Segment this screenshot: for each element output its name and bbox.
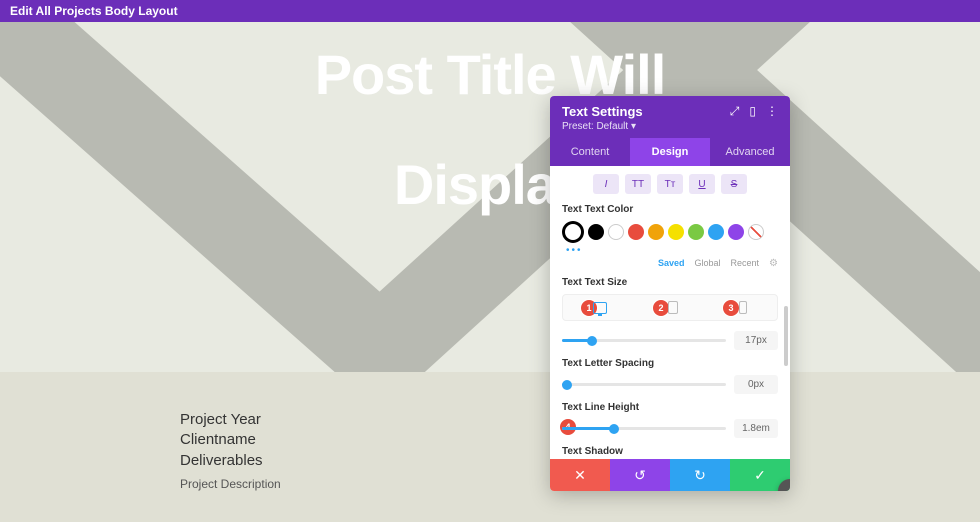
color-tab-recent[interactable]: Recent [731, 258, 760, 269]
more-icon[interactable]: ⋮ [766, 104, 778, 119]
hero-area: Post Title Will Display [0, 22, 980, 372]
annotation-badge-3: 3 [723, 300, 739, 316]
panel-title: Text Settings [562, 104, 643, 119]
text-size-slider-row: 17px [562, 331, 778, 350]
project-info: Project Year Clientname Deliverables Pro… [180, 410, 281, 491]
color-swatches [562, 221, 778, 243]
text-size-slider[interactable] [562, 339, 726, 342]
line-height-value[interactable]: 1.8em [734, 419, 778, 438]
help-icon[interactable]: ▯ [749, 104, 756, 119]
panel-preset[interactable]: Preset: Default ▾ [562, 121, 778, 132]
undo-button[interactable]: ↺ [610, 459, 670, 491]
color-source-tabs: Saved Global Recent ⚙ [562, 258, 778, 269]
color-swatch-red[interactable] [628, 224, 644, 240]
device-selector: 1 2 3 [562, 294, 778, 321]
color-swatch-yellow[interactable] [668, 224, 684, 240]
line-height-slider-row: 4 1.8em [562, 419, 778, 438]
tab-advanced[interactable]: Advanced [710, 138, 790, 166]
device-desktop-icon[interactable] [593, 302, 607, 314]
top-bar: Edit All Projects Body Layout [0, 0, 980, 22]
expand-icon[interactable]: ⤢ [730, 104, 740, 119]
lower-band [0, 372, 980, 522]
letter-spacing-slider-row: 0px [562, 375, 778, 394]
text-size-value[interactable]: 17px [734, 331, 778, 350]
redo-button[interactable]: ↻ [670, 459, 730, 491]
text-settings-panel: Text Settings ⤢ ▯ ⋮ Preset: Default ▾ Co… [550, 96, 790, 491]
gear-icon[interactable]: ⚙ [769, 258, 778, 269]
project-year: Project Year [180, 410, 281, 430]
top-bar-title: Edit All Projects Body Layout [10, 4, 178, 18]
letter-spacing-slider[interactable] [562, 383, 726, 386]
uppercase-button[interactable]: TT [625, 174, 651, 194]
panel-footer: ✕ ↺ ↻ ✓ [550, 459, 790, 491]
panel-tabs: Content Design Advanced [550, 138, 790, 166]
color-swatch-white[interactable] [608, 224, 624, 240]
cancel-button[interactable]: ✕ [550, 459, 610, 491]
tab-content[interactable]: Content [550, 138, 630, 166]
color-more-icon[interactable]: ••• [566, 245, 778, 256]
color-tab-saved[interactable]: Saved [658, 258, 685, 269]
project-deliverables: Deliverables [180, 451, 281, 471]
project-client: Clientname [180, 430, 281, 450]
post-title-line1: Post Title Will [0, 42, 980, 107]
letter-spacing-value[interactable]: 0px [734, 375, 778, 394]
label-line-height: Text Line Height [562, 402, 778, 413]
color-swatch-orange[interactable] [648, 224, 664, 240]
project-description: Project Description [180, 477, 281, 491]
page-canvas: Post Title Will Display Project Year Cli… [0, 22, 980, 522]
underline-button[interactable]: U [689, 174, 715, 194]
italic-button[interactable]: I [593, 174, 619, 194]
color-tab-global[interactable]: Global [694, 258, 720, 269]
strike-button[interactable]: S [721, 174, 747, 194]
panel-scrollbar[interactable] [784, 306, 788, 366]
label-text-color: Text Text Color [562, 204, 778, 215]
tab-design[interactable]: Design [630, 138, 710, 166]
color-swatch-black[interactable] [588, 224, 604, 240]
panel-body: I TT Tᴛ U S Text Text Color ••• [550, 166, 790, 459]
label-letter-spacing: Text Letter Spacing [562, 358, 778, 369]
label-text-shadow: Text Shadow [562, 446, 778, 457]
smallcaps-button[interactable]: Tᴛ [657, 174, 683, 194]
chevron-down-icon: ▾ [631, 121, 636, 132]
color-swatch-purple[interactable] [728, 224, 744, 240]
annotation-badge-2: 2 [653, 300, 669, 316]
text-format-row: I TT Tᴛ U S [562, 174, 778, 194]
device-phone-icon[interactable] [739, 301, 747, 314]
label-text-size: Text Text Size [562, 277, 778, 288]
color-swatch-none[interactable] [748, 224, 764, 240]
device-tablet-icon[interactable] [668, 301, 678, 314]
panel-header[interactable]: Text Settings ⤢ ▯ ⋮ Preset: Default ▾ [550, 96, 790, 138]
color-swatch-green[interactable] [688, 224, 704, 240]
color-swatch-picker[interactable] [562, 221, 584, 243]
post-title-line2: Display [0, 152, 980, 217]
color-swatch-blue[interactable] [708, 224, 724, 240]
line-height-slider[interactable] [562, 427, 726, 430]
